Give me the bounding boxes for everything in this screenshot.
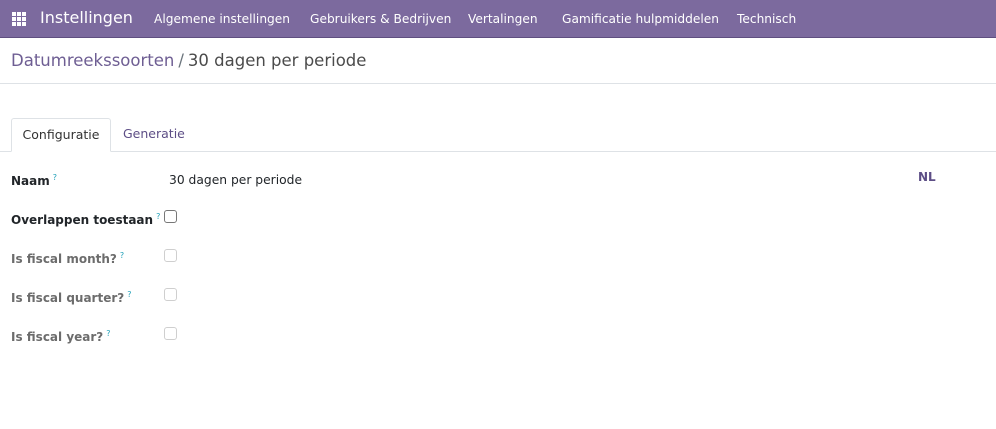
fiscal-year-checkbox [164,327,177,340]
help-icon[interactable]: ? [53,173,57,182]
fiscal-month-checkbox [164,249,177,262]
fiscal-year-label: Is fiscal year?? [11,329,111,344]
menu-gamification-tools[interactable]: Gamificatie hulpmiddelen [562,11,719,27]
menu-general-settings[interactable]: Algemene instellingen [154,11,290,27]
control-panel-divider [0,83,996,84]
allow-overlap-label: Overlappen toestaan? [11,212,161,227]
breadcrumb: Datumreekssoorten/30 dagen per periode [11,50,366,72]
breadcrumb-parent-link[interactable]: Datumreekssoorten [11,51,174,70]
fiscal-month-label: Is fiscal month?? [11,251,125,266]
name-field-label: Naam? [11,173,57,188]
fiscal-quarter-label: Is fiscal quarter?? [11,290,132,305]
menu-translations[interactable]: Vertalingen [468,11,538,27]
tab-generatie[interactable]: Generatie [123,118,185,152]
allow-overlap-checkbox[interactable] [164,210,177,223]
help-icon[interactable]: ? [156,212,160,221]
top-navbar: Instellingen Algemene instellingen Gebru… [0,0,996,38]
tab-configuratie[interactable]: Configuratie [11,118,111,152]
help-icon[interactable]: ? [106,329,110,338]
breadcrumb-current: 30 dagen per periode [187,51,367,70]
help-icon[interactable]: ? [127,290,131,299]
menu-users-companies[interactable]: Gebruikers & Bedrijven [310,11,451,27]
app-brand[interactable]: Instellingen [40,8,133,28]
menu-technical[interactable]: Technisch [737,11,796,27]
help-icon[interactable]: ? [120,251,124,260]
name-field-value[interactable]: 30 dagen per periode [169,172,302,188]
language-button[interactable]: NL [918,170,936,184]
fiscal-quarter-checkbox [164,288,177,301]
apps-grid-icon[interactable] [12,12,26,26]
breadcrumb-separator: / [178,51,184,70]
